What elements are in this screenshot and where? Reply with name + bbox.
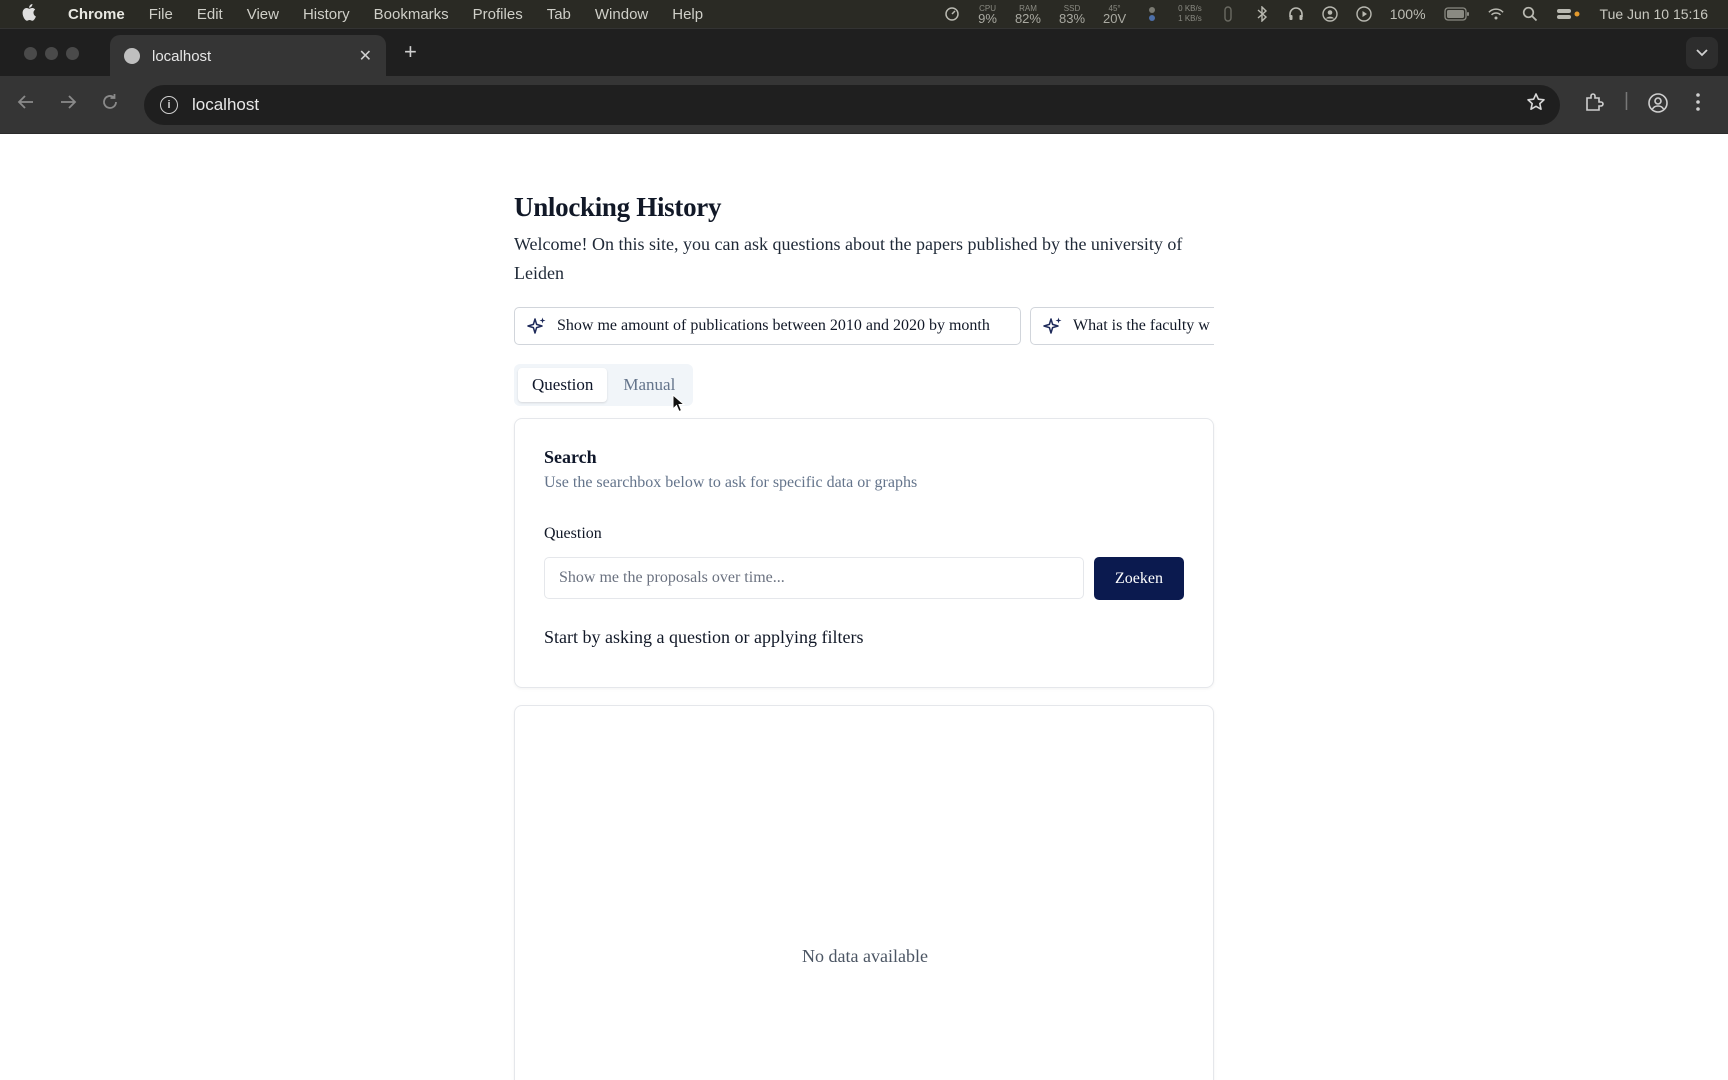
suggestion-chip[interactable]: Show me amount of publications between 2…	[514, 307, 1021, 345]
menu-file[interactable]: File	[149, 6, 173, 23]
search-card-description: Use the searchbox below to ask for speci…	[544, 474, 918, 491]
extensions-puzzle-icon[interactable]	[1584, 92, 1604, 118]
suggestion-carousel: Show me amount of publications between 2…	[514, 307, 1214, 347]
network-down: 1 KB/s	[1178, 14, 1202, 23]
network-stat[interactable]: 0 KB/s 1 KB/s	[1178, 4, 1202, 24]
page-title: Unlocking History	[514, 192, 722, 222]
apple-icon[interactable]	[22, 3, 40, 26]
network-up: 0 KB/s	[1178, 4, 1202, 13]
tab-title: localhost	[152, 47, 212, 65]
address-url[interactable]: localhost	[192, 95, 259, 115]
menu-history[interactable]: History	[303, 6, 350, 23]
web-page: Unlocking History Welcome! On this site,…	[0, 134, 1728, 1080]
back-arrow-icon[interactable]	[14, 93, 38, 117]
mode-tabs: Question Manual	[514, 364, 694, 406]
zoom-window-button[interactable]	[66, 47, 79, 60]
tab-bar: localhost ✕ +	[0, 28, 1728, 77]
toolbar-divider: |	[1624, 90, 1629, 111]
suggestion-text: What is the faculty w	[1073, 317, 1210, 334]
mouse-cursor-icon	[672, 394, 686, 413]
media-play-icon[interactable]	[1356, 6, 1372, 22]
search-card: Search Use the searchbox below to ask fo…	[514, 418, 1214, 688]
tab-close-icon[interactable]: ✕	[359, 46, 372, 66]
browser-toolbar: i localhost |	[0, 76, 1728, 134]
user-account-icon[interactable]	[1322, 6, 1338, 22]
clock[interactable]: Tue Jun 10 15:16	[1600, 6, 1708, 22]
tab-question[interactable]: Question	[518, 368, 608, 402]
window-controls	[24, 47, 79, 60]
voltage-value: 20V	[1103, 11, 1127, 26]
dot-indicator-icon	[1144, 6, 1160, 22]
results-card: No data available	[514, 705, 1214, 1080]
profile-avatar-icon[interactable]	[1647, 92, 1669, 120]
welcome-text: Welcome! On this site, you can ask quest…	[514, 234, 1183, 283]
control-center-icon[interactable]	[1556, 6, 1582, 22]
menu-window[interactable]: Window	[595, 6, 648, 23]
menu-bar: Chrome File Edit View History Bookmarks …	[0, 0, 1728, 28]
menu-view[interactable]: View	[247, 6, 279, 23]
menu-profiles[interactable]: Profiles	[473, 6, 523, 23]
menu-help[interactable]: Help	[672, 6, 703, 23]
status-area: CPU 9% RAM 82% SSD 83% 45° 20V 0 KB/s 1 KB/s …	[944, 0, 1708, 28]
empty-state-hint: Start by asking a question or applying f…	[544, 627, 864, 647]
menu-app-chrome[interactable]: Chrome	[68, 6, 125, 23]
search-submit-button[interactable]: Zoeken	[1094, 557, 1184, 600]
sensor-stat[interactable]: 45° 20V	[1103, 4, 1127, 26]
ram-value: 82%	[1014, 11, 1041, 26]
new-tab-icon[interactable]: +	[404, 39, 417, 65]
favicon-icon	[124, 48, 140, 64]
menu-tab[interactable]: Tab	[547, 6, 571, 23]
suggestion-text: Show me amount of publications between 2…	[557, 317, 990, 334]
headphones-icon[interactable]	[1288, 6, 1304, 22]
search-card-title: Search	[544, 447, 597, 467]
question-input[interactable]	[544, 557, 1084, 599]
question-label: Question	[544, 525, 602, 542]
wifi-icon[interactable]	[1487, 6, 1504, 22]
menu-bookmarks[interactable]: Bookmarks	[374, 6, 449, 23]
forward-arrow-icon[interactable]	[56, 93, 80, 117]
bookmark-star-icon[interactable]	[1526, 92, 1546, 118]
chrome-menu-kebab-icon[interactable]	[1695, 92, 1701, 118]
bluetooth-icon[interactable]	[1254, 6, 1270, 22]
ssd-stat[interactable]: SSD 83%	[1058, 4, 1086, 26]
stats-gauge-icon[interactable]	[944, 6, 960, 22]
suggestion-chip[interactable]: What is the faculty w	[1030, 307, 1214, 345]
browser-tab-active[interactable]: localhost ✕	[110, 35, 386, 77]
battery-percentage: 100%	[1389, 6, 1426, 22]
site-info-icon[interactable]: i	[160, 96, 178, 114]
minimize-window-button[interactable]	[45, 47, 58, 60]
cpu-value: 9%	[978, 11, 997, 26]
menu-edit[interactable]: Edit	[197, 6, 223, 23]
cpu-stat[interactable]: CPU 9%	[978, 4, 997, 26]
address-bar[interactable]: i localhost	[144, 85, 1560, 125]
sparkles-icon	[1043, 316, 1063, 336]
ssd-value: 83%	[1058, 11, 1086, 26]
tab-search-chevron-icon[interactable]	[1686, 37, 1718, 69]
ram-stat[interactable]: RAM 82%	[1014, 4, 1041, 26]
reload-icon[interactable]	[98, 93, 122, 117]
spotlight-search-icon[interactable]	[1522, 6, 1538, 22]
sparkles-icon	[527, 316, 547, 336]
battery-icon[interactable]	[1443, 6, 1470, 22]
no-data-message: No data available	[802, 946, 928, 966]
close-window-button[interactable]	[24, 47, 37, 60]
sensor-icon[interactable]	[1220, 6, 1236, 22]
